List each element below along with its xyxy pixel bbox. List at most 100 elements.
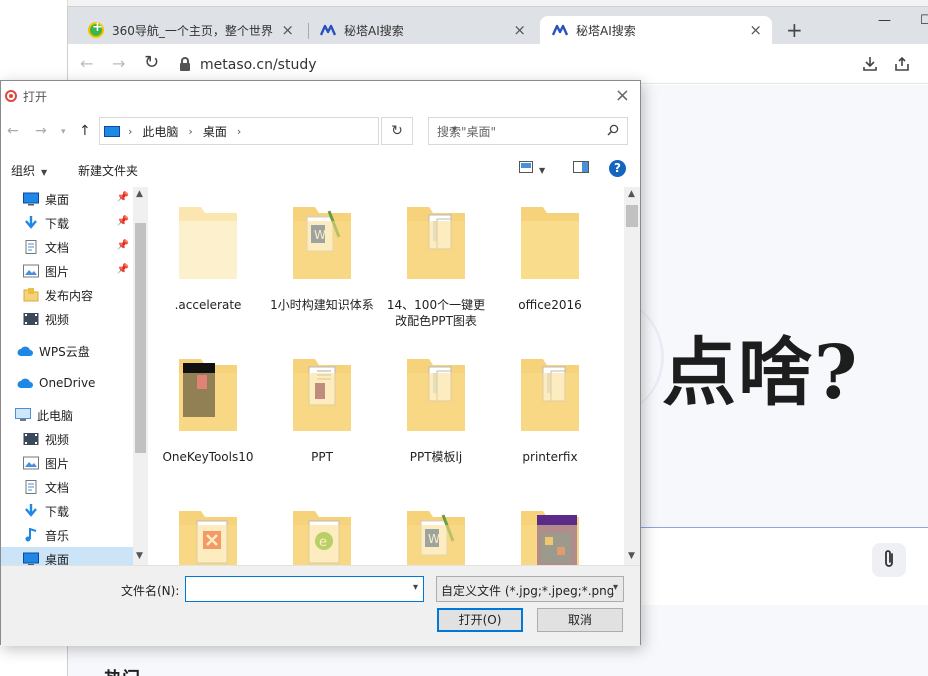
- new-folder-button[interactable]: 新建文件夹: [78, 162, 138, 179]
- organize-button[interactable]: 组织 ▼: [11, 162, 47, 179]
- recent-locations-icon[interactable]: ▾: [61, 127, 66, 137]
- file-item-10[interactable]: e: [267, 497, 377, 565]
- nav-item-10[interactable]: 视频: [1, 427, 133, 451]
- dialog-close-button[interactable]: ×: [615, 85, 630, 106]
- nav-item-8[interactable]: OneDrive: [1, 371, 133, 395]
- chevron-down-icon[interactable]: ▾: [413, 582, 418, 593]
- view-options-button[interactable]: ▼: [519, 161, 545, 176]
- dialog-search-input[interactable]: 搜索"桌面": [428, 117, 628, 145]
- back-button[interactable]: ←: [80, 54, 93, 73]
- up-arrow-icon[interactable]: ↑: [79, 123, 91, 139]
- file-item-2[interactable]: W1小时构建知识体系: [267, 193, 377, 339]
- navigation-pane: 桌面 📌 下载 📌 文档 📌 图片 📌 发布内容 视频 WPS云盘 OneDrive 此电脑 视频 图片 文档…: [1, 187, 148, 565]
- share-icon[interactable]: [894, 56, 910, 75]
- scroll-up-icon[interactable]: ▲: [136, 189, 143, 199]
- nav-item-12[interactable]: 文档: [1, 475, 133, 499]
- document-icon: [23, 480, 39, 494]
- nav-item-4[interactable]: 图片 📌: [1, 259, 133, 283]
- close-icon[interactable]: ×: [749, 21, 762, 39]
- lock-icon: [180, 57, 190, 71]
- nav-item-7[interactable]: WPS云盘: [1, 339, 133, 363]
- file-item-3[interactable]: 14、100个一键更改配色PPT图表: [381, 193, 491, 339]
- file-item-9[interactable]: [153, 497, 263, 565]
- nav-item-6[interactable]: 视频: [1, 307, 133, 331]
- close-icon[interactable]: ×: [281, 21, 294, 39]
- nav-item-9[interactable]: 此电脑: [1, 403, 133, 427]
- reload-button[interactable]: ↻: [144, 52, 159, 73]
- nav-item-3[interactable]: 文档 📌: [1, 235, 133, 259]
- file-name: PPT模板lj: [409, 450, 463, 464]
- nav-item-5[interactable]: 发布内容: [1, 283, 133, 307]
- nav-pane-scrollbar[interactable]: ▲ ▼: [133, 187, 148, 565]
- nav-item-15[interactable]: 桌面: [1, 547, 133, 565]
- pin-icon[interactable]: 📌: [117, 240, 129, 251]
- nav-item-2[interactable]: 下载 📌: [1, 211, 133, 235]
- tab-metaso-2-active[interactable]: 秘塔AI搜索 ×: [540, 16, 772, 44]
- scroll-down-icon[interactable]: ▼: [628, 551, 635, 561]
- scrollbar-thumb[interactable]: [626, 205, 638, 227]
- file-item-1[interactable]: .accelerate: [153, 193, 263, 339]
- open-button[interactable]: 打开(O): [437, 608, 523, 632]
- pin-icon[interactable]: 📌: [117, 216, 129, 227]
- maximize-icon[interactable]: ☐: [920, 13, 928, 28]
- nav-item-label: 发布内容: [45, 288, 94, 303]
- help-icon[interactable]: ?: [609, 160, 626, 177]
- file-item-6[interactable]: PPT: [267, 345, 377, 491]
- cloud-icon: [17, 344, 33, 358]
- file-item-7[interactable]: PPT模板lj: [381, 345, 491, 491]
- nav-item-1[interactable]: 桌面 📌: [1, 187, 133, 211]
- scroll-down-icon[interactable]: ▼: [136, 551, 143, 561]
- tab-label: 360导航_一个主页，整个世界: [112, 23, 273, 38]
- scrollbar-thumb[interactable]: [135, 223, 146, 453]
- download-icon[interactable]: [862, 56, 878, 75]
- refresh-button[interactable]: ↻: [381, 117, 413, 145]
- file-type-select[interactable]: 自定义文件 (*.jpg;*.jpeg;*.png ▾: [436, 576, 624, 602]
- chevron-right-icon[interactable]: ›: [128, 125, 132, 138]
- nav-item-label: 图片: [45, 264, 70, 279]
- chevron-down-icon: ▼: [539, 166, 546, 175]
- back-arrow-icon[interactable]: ←: [7, 123, 19, 139]
- attach-button[interactable]: [872, 543, 906, 577]
- dialog-command-bar: 组织 ▼ 新建文件夹 ▼ ?: [1, 157, 640, 183]
- nav-item-label: 下载: [45, 504, 70, 519]
- scroll-up-icon[interactable]: ▲: [628, 189, 635, 199]
- cancel-button[interactable]: 取消: [537, 608, 623, 632]
- hot-section-label: 热门: [104, 665, 140, 676]
- tab-metaso-1[interactable]: 秘塔AI搜索 ×: [308, 16, 536, 44]
- file-list-scrollbar[interactable]: ▲ ▼: [624, 187, 640, 565]
- nav-item-label: 下载: [45, 216, 70, 231]
- minimize-icon[interactable]: —: [878, 13, 891, 28]
- dialog-breadcrumb[interactable]: › 此电脑 › 桌面 › ▾: [99, 117, 457, 145]
- forward-button[interactable]: →: [112, 54, 125, 73]
- tab-360[interactable]: 360导航_一个主页，整个世界 ×: [76, 16, 304, 44]
- nav-item-label: WPS云盘: [39, 344, 90, 359]
- computer-icon: [104, 125, 120, 137]
- pin-icon[interactable]: 📌: [117, 192, 129, 203]
- file-item-5[interactable]: OneKeyTools10: [153, 345, 263, 491]
- search-placeholder: 搜索"桌面": [437, 124, 497, 139]
- close-icon[interactable]: ×: [513, 21, 526, 39]
- chevron-right-icon[interactable]: ›: [237, 125, 241, 138]
- preview-pane-icon[interactable]: [573, 161, 589, 176]
- new-tab-button[interactable]: +: [786, 18, 803, 42]
- file-item-8[interactable]: printerfix: [495, 345, 605, 491]
- nav-item-13[interactable]: 下载: [1, 499, 133, 523]
- metaso-logo-icon: [320, 24, 336, 36]
- metaso-logo-icon: [552, 24, 568, 36]
- breadcrumb-desktop[interactable]: 桌面: [203, 123, 227, 140]
- forward-arrow-icon[interactable]: →: [35, 123, 47, 139]
- filename-input[interactable]: ▾: [185, 576, 424, 602]
- folder-icon: [23, 288, 39, 302]
- file-item-11[interactable]: W: [381, 497, 491, 565]
- file-item-4[interactable]: office2016: [495, 193, 605, 339]
- chevron-right-icon[interactable]: ›: [188, 125, 192, 138]
- file-type-value: 自定义文件 (*.jpg;*.jpeg;*.png: [441, 584, 615, 598]
- address-bar[interactable]: metaso.cn/study: [172, 52, 692, 78]
- nav-item-11[interactable]: 图片: [1, 451, 133, 475]
- dialog-footer: 文件名(N): ▾ 自定义文件 (*.jpg;*.jpeg;*.png ▾ 打开…: [1, 565, 640, 646]
- pin-icon[interactable]: 📌: [117, 264, 129, 275]
- breadcrumb-this-pc[interactable]: 此电脑: [142, 123, 178, 140]
- file-item-12[interactable]: [495, 497, 605, 565]
- nav-item-14[interactable]: 音乐: [1, 523, 133, 547]
- file-name: 1小时构建知识体系: [270, 298, 374, 312]
